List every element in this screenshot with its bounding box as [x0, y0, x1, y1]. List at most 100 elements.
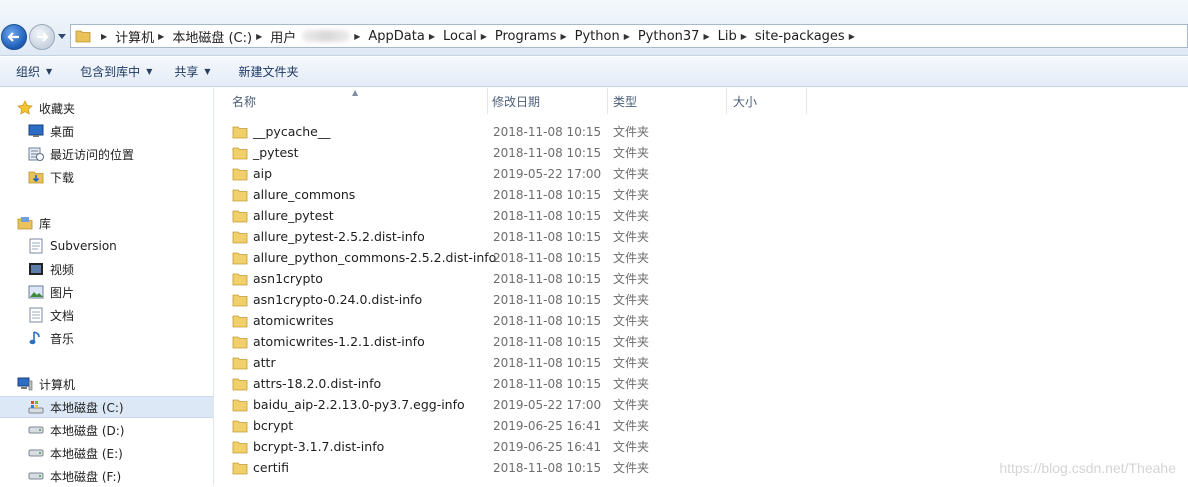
breadcrumb-lib[interactable]: Lib [718, 29, 737, 44]
file-row[interactable]: asn1crypto2018-11-08 10:15文件夹 [232, 268, 672, 289]
folder-icon [232, 251, 248, 265]
file-date: 2018-11-08 10:15 [493, 251, 601, 265]
file-name: allure_pytest-2.5.2.dist-info [253, 229, 425, 244]
breadcrumb-username-redacted[interactable] [302, 30, 350, 42]
nav-computer[interactable]: 计算机 [0, 373, 213, 395]
file-date: 2018-11-08 10:15 [493, 314, 601, 328]
recent-pages-button[interactable] [57, 32, 67, 42]
system-drive-icon [28, 399, 44, 415]
column-header-type[interactable]: 类型 [608, 88, 727, 114]
file-row[interactable]: bcrypt-3.1.7.dist-info2019-06-25 16:41文件… [232, 436, 672, 457]
include-in-library-button[interactable]: 包含到库中▼ [80, 57, 152, 87]
file-type: 文件夹 [613, 228, 649, 245]
new-folder-button[interactable]: 新建文件夹 [239, 57, 299, 87]
file-row[interactable]: attrs-18.2.0.dist-info2018-11-08 10:15文件… [232, 373, 672, 394]
column-header-modified[interactable]: 修改日期 [488, 88, 608, 114]
breadcrumb-computer[interactable]: 计算机 [115, 27, 154, 46]
nav-item-videos[interactable]: 视频 [0, 258, 213, 280]
breadcrumb[interactable]: ▶ 计算机 ▶ 本地磁盘 (C:) ▶ 用户 ▶ AppData ▶ Local… [70, 24, 1188, 48]
nav-item-recent-places[interactable]: 最近访问的位置 [0, 143, 213, 165]
breadcrumb-separator[interactable]: ▶ [158, 32, 164, 41]
organize-button[interactable]: 组织▼ [16, 57, 52, 87]
breadcrumb-appdata[interactable]: AppData [368, 29, 424, 44]
file-name: baidu_aip-2.2.13.0-py3.7.egg-info [253, 397, 465, 412]
address-bar-area: ▶ 计算机 ▶ 本地磁盘 (C:) ▶ 用户 ▶ AppData ▶ Local… [0, 0, 1188, 56]
folder-icon [232, 356, 248, 370]
nav-item-pictures[interactable]: 图片 [0, 281, 213, 303]
nav-item-drive-f[interactable]: 本地磁盘 (F:) [0, 465, 213, 487]
breadcrumb-separator[interactable]: ▶ [481, 32, 487, 41]
breadcrumb-separator[interactable]: ▶ [741, 32, 747, 41]
file-name: _pytest [253, 145, 299, 160]
nav-favorites-label: 收藏夹 [39, 100, 75, 117]
file-type: 文件夹 [613, 291, 649, 308]
breadcrumb-separator[interactable]: ▶ [703, 32, 709, 41]
star-icon [17, 100, 33, 116]
nav-favorites[interactable]: 收藏夹 [0, 97, 213, 119]
share-label: 共享 [174, 63, 198, 80]
breadcrumb-python[interactable]: Python [575, 29, 620, 44]
nav-item-label: 音乐 [50, 330, 74, 347]
nav-libraries[interactable]: 库 [0, 212, 213, 234]
hard-drive-icon [28, 445, 44, 461]
file-row[interactable]: asn1crypto-0.24.0.dist-info2018-11-08 10… [232, 289, 672, 310]
breadcrumb-separator[interactable]: ▶ [624, 32, 630, 41]
nav-item-desktop[interactable]: 桌面 [0, 120, 213, 142]
breadcrumb-separator[interactable]: ▶ [256, 32, 262, 41]
folder-icon [232, 314, 248, 328]
nav-item-drive-d[interactable]: 本地磁盘 (D:) [0, 419, 213, 441]
breadcrumb-site-packages[interactable]: site-packages [755, 29, 845, 44]
file-type: 文件夹 [613, 333, 649, 350]
file-row[interactable]: aip2019-05-22 17:00文件夹 [232, 163, 672, 184]
nav-item-documents[interactable]: 文档 [0, 304, 213, 326]
file-name: atomicwrites [253, 313, 334, 328]
file-row[interactable]: __pycache__2018-11-08 10:15文件夹 [232, 121, 672, 142]
breadcrumb-separator[interactable]: ▶ [101, 32, 107, 41]
folder-icon [232, 272, 248, 286]
nav-item-drive-c[interactable]: 本地磁盘 (C:) [0, 396, 213, 418]
nav-item-label: 桌面 [50, 123, 74, 140]
file-row[interactable]: bcrypt2019-06-25 16:41文件夹 [232, 415, 672, 436]
file-row[interactable]: atomicwrites-1.2.1.dist-info2018-11-08 1… [232, 331, 672, 352]
chevron-down-icon [58, 34, 66, 40]
forward-button[interactable] [29, 24, 55, 50]
breadcrumb-separator[interactable]: ▶ [560, 32, 566, 41]
breadcrumb-programs[interactable]: Programs [495, 29, 557, 44]
share-button[interactable]: 共享▼ [174, 57, 210, 87]
file-row[interactable]: allure_pytest2018-11-08 10:15文件夹 [232, 205, 672, 226]
file-type: 文件夹 [613, 249, 649, 266]
file-row[interactable]: _pytest2018-11-08 10:15文件夹 [232, 142, 672, 163]
nav-item-downloads[interactable]: 下载 [0, 166, 213, 188]
nav-item-subversion[interactable]: Subversion [0, 235, 213, 257]
file-row[interactable]: allure_python_commons-2.5.2.dist-info201… [232, 247, 672, 268]
file-date: 2018-11-08 10:15 [493, 377, 601, 391]
file-row[interactable]: attr2018-11-08 10:15文件夹 [232, 352, 672, 373]
file-row[interactable]: allure_pytest-2.5.2.dist-info2018-11-08 … [232, 226, 672, 247]
new-folder-label: 新建文件夹 [239, 63, 299, 80]
back-button[interactable] [1, 24, 27, 50]
column-header-size[interactable]: 大小 [727, 88, 807, 114]
nav-item-music[interactable]: 音乐 [0, 327, 213, 349]
breadcrumb-python37[interactable]: Python37 [638, 29, 700, 44]
file-list: ▲ 名称 修改日期 类型 大小 __pycache__2018-11-08 10… [215, 88, 1188, 485]
file-row[interactable]: baidu_aip-2.2.13.0-py3.7.egg-info2019-05… [232, 394, 672, 415]
folder-icon [232, 461, 248, 475]
column-header-name[interactable]: 名称 [215, 88, 488, 114]
breadcrumb-separator[interactable]: ▶ [354, 32, 360, 41]
file-row[interactable]: certifi2018-11-08 10:15文件夹 [232, 457, 672, 478]
file-name: attrs-18.2.0.dist-info [253, 376, 381, 391]
file-row[interactable]: atomicwrites2018-11-08 10:15文件夹 [232, 310, 672, 331]
breadcrumb-local[interactable]: Local [443, 29, 477, 44]
computer-icon [17, 376, 33, 392]
breadcrumb-separator[interactable]: ▶ [429, 32, 435, 41]
breadcrumb-separator[interactable]: ▶ [849, 32, 855, 41]
file-date: 2018-11-08 10:15 [493, 293, 601, 307]
nav-item-drive-e[interactable]: 本地磁盘 (E:) [0, 442, 213, 464]
file-date: 2019-05-22 17:00 [493, 167, 601, 181]
nav-item-label: 本地磁盘 (D:) [50, 422, 124, 439]
file-type: 文件夹 [613, 165, 649, 182]
breadcrumb-users[interactable]: 用户 [270, 27, 296, 46]
breadcrumb-drive-c[interactable]: 本地磁盘 (C:) [172, 27, 252, 46]
column-type-label: 类型 [613, 93, 637, 110]
file-row[interactable]: allure_commons2018-11-08 10:15文件夹 [232, 184, 672, 205]
